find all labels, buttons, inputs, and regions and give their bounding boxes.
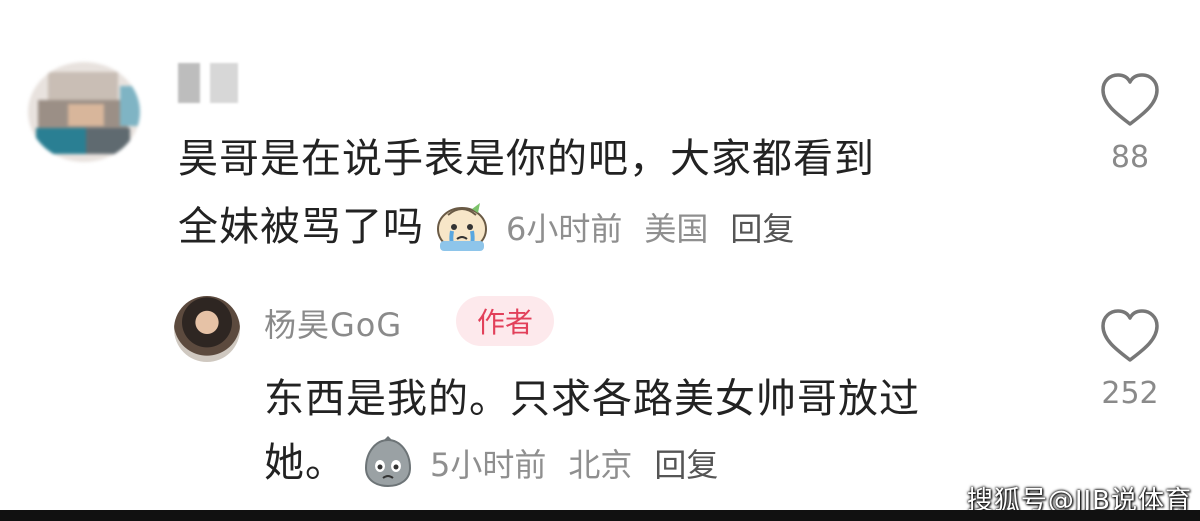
- reply-username[interactable]: 杨昊GoG: [264, 300, 402, 346]
- comment-text-line2: 全妹被骂了吗: [178, 204, 424, 250]
- reply-location: 北京: [568, 446, 633, 484]
- author-avatar[interactable]: [174, 296, 240, 362]
- comment-location: 美国: [644, 210, 709, 248]
- reply-text-line2: 她。: [264, 440, 346, 486]
- comment-text-line1: 昊哥是在说手表是你的吧，大家都看到: [178, 136, 875, 182]
- sad-emoji-icon: [360, 436, 416, 490]
- commenter-avatar[interactable]: [28, 62, 140, 162]
- comment-like-button[interactable]: 88: [1090, 72, 1170, 175]
- heart-outline-icon[interactable]: [1090, 308, 1170, 366]
- bottom-divider: [0, 510, 1200, 521]
- reply-second-line: 她。 5小时前 北京 回复: [264, 436, 718, 490]
- reply-time: 5小时前: [430, 446, 547, 484]
- comment-like-count: 88: [1110, 140, 1150, 175]
- comment-second-line: 全妹被骂了吗 6小时前 美国 回复: [178, 200, 794, 254]
- reply-text-line1: 东西是我的。只求各路美女帅哥放过: [264, 376, 920, 422]
- comment-meta: 6小时前 美国 回复: [506, 204, 794, 250]
- author-badge: 作者: [456, 296, 554, 346]
- reply-reply-button[interactable]: 回复: [654, 440, 718, 486]
- reply-like-button[interactable]: 252: [1090, 308, 1170, 411]
- crying-emoji-icon: [432, 201, 492, 253]
- heart-outline-icon[interactable]: [1090, 72, 1170, 130]
- commenter-username-redacted[interactable]: [178, 60, 238, 106]
- comment-reply-button[interactable]: 回复: [730, 204, 794, 250]
- reply-like-count: 252: [1101, 376, 1159, 411]
- comment-time: 6小时前: [506, 210, 623, 248]
- reply-meta: 5小时前 北京 回复: [430, 440, 718, 486]
